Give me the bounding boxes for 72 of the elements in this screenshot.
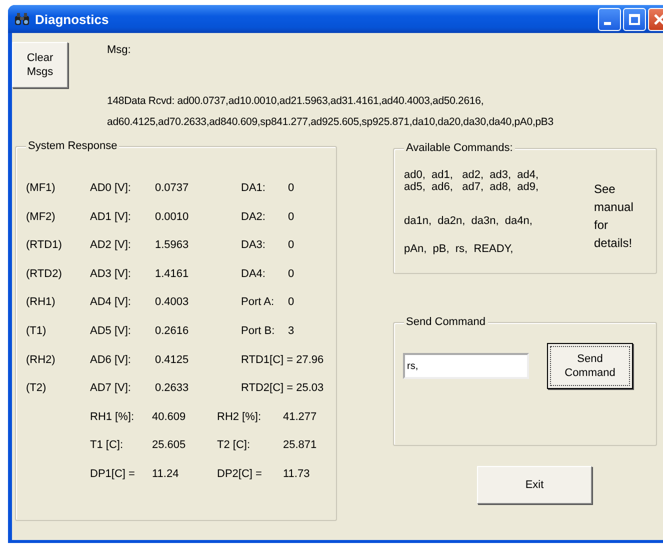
output-value: 0 [288,182,296,196]
command-list-text: ad5, ad6, ad7, ad8, ad9, [404,181,540,193]
channel-value: 0.0737 [155,182,190,196]
command-list-text: pAn, pB, rs, READY, [404,243,514,255]
message-text: ad60.4125,ad70.2633,ad840.609,sp841.277,ad925.605,sp925.871,da10,da20,da30,da40,pA0,pB3 [107,116,554,128]
message-text: 148Data Rcvd: ad00.0737,ad10.0010,ad21.5963,ad31.4161,ad40.4003,ad50.2616, [107,95,485,107]
channel-value: 0.0010 [155,210,190,225]
reading-label: RH2 [%]: [217,410,262,425]
output-label: DA4: [241,268,266,282]
maximize-icon [629,14,640,24]
channel-label: AD3 [V]: [90,268,132,282]
sensor-tag: (RH2) [26,354,90,382]
channel-label: AD1 [V]: [90,210,132,225]
note-text: See manual for details! [594,181,634,252]
channel-value: 0.2616 [155,324,190,339]
minimize-button[interactable] [598,8,621,30]
output-label: Port B: [241,324,276,339]
output-label: DA1: [241,182,266,196]
output-value: 3 [288,324,296,339]
sensor-tag: (RTD2) [26,268,90,296]
window-title: Diagnostics [35,12,110,26]
output-label: DA2: [241,210,266,225]
output-label: DA3: [241,239,266,254]
command-list-text: ad0, ad1, ad2, ad3, ad4, [404,169,540,181]
command-list-text: da1n, da2n, da3n, da4n, [404,215,534,227]
reading-label: T1 [C]: [90,439,124,454]
channel-value: 0.2633 [155,382,190,396]
channel-label: AD0 [V]: [90,182,132,196]
output-value: 0 [288,210,296,225]
maximize-button[interactable] [623,8,646,30]
sensor-tag: (RH1) [26,296,90,325]
msg-label: Msg: [107,44,131,56]
sensor-tag: (T1) [26,324,90,354]
channel-label: AD2 [V]: [90,239,132,254]
channel-label: AD4 [V]: [90,296,132,310]
sensor-tag: (MF1) [26,182,90,211]
channel-label: AD7 [V]: [90,382,132,396]
channel-value: 1.5963 [155,239,190,254]
reading-label: DP2[C] = [217,468,263,482]
reading-value: 11.73 [283,468,311,482]
reading-value: 41.277 [283,410,318,425]
send-command-button[interactable]: Send Command [547,343,633,389]
close-icon [654,14,663,24]
group-title: System Response [26,140,120,152]
output-label: Port A: [241,296,276,310]
channel-value: 0.4125 [155,354,190,368]
temperature-reading: RTD2[C] = 25.03 [241,382,325,396]
temperature-reading: RTD1[C] = 27.96 [241,354,325,368]
output-value: 0 [288,239,296,254]
group-title: Send Command [404,316,488,328]
output-value: 0 [288,268,296,282]
channel-value: 1.4161 [155,268,190,282]
channel-label: AD5 [V]: [90,324,132,339]
reading-label: RH1 [%]: [90,410,136,425]
group-title: Available Commands: [404,142,515,154]
reading-value: 25.605 [152,439,187,454]
channel-value: 0.4003 [155,296,190,310]
output-value: 0 [288,296,296,310]
clear-msgs-button[interactable]: Clear Msgs [12,42,68,88]
command-input-field[interactable]: rs, [403,353,529,379]
sensor-tag: (RTD1) [26,239,90,268]
reading-value: 11.24 [152,468,180,482]
reading-value: 40.609 [152,410,187,425]
binoculars-icon [14,12,30,26]
sensor-tag: (T2) [26,382,90,411]
reading-label: DP1[C] = [90,468,136,482]
sensor-tag: (MF2) [26,210,90,240]
minimize-icon [604,22,611,24]
reading-label: T2 [C]: [217,439,252,454]
exit-button[interactable]: Exit [477,466,592,504]
channel-label: AD6 [V]: [90,354,132,368]
reading-value: 25.871 [283,439,318,454]
